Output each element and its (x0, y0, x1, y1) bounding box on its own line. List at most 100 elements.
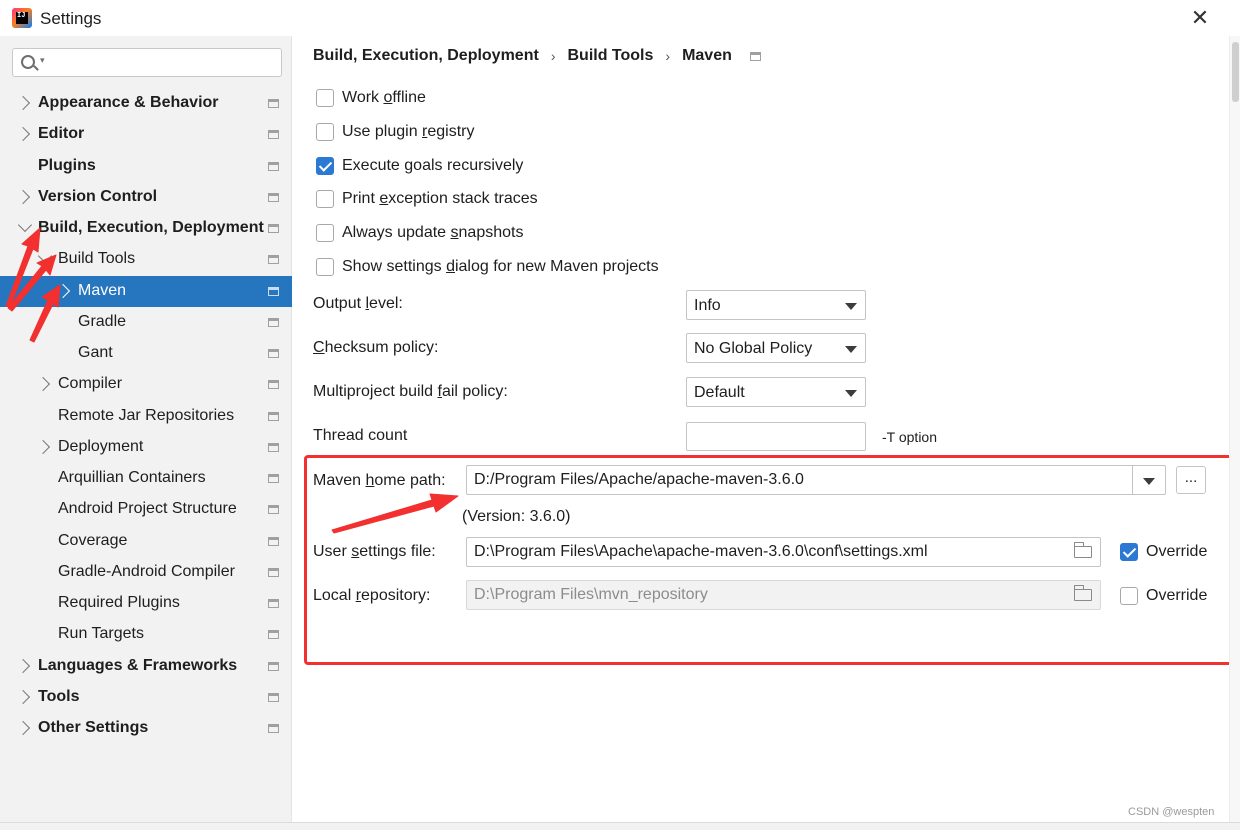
sidebar-item-label: Gant (78, 344, 113, 361)
project-settings-icon (268, 162, 279, 171)
sidebar-item-plugins[interactable]: Plugins (0, 151, 292, 182)
project-settings-icon (268, 193, 279, 202)
scrollbar-thumb[interactable] (1232, 42, 1239, 102)
project-settings-icon (268, 693, 279, 702)
execute-goals-checkbox[interactable] (316, 157, 334, 175)
always-update-option[interactable]: Always update snapshots (316, 221, 523, 245)
sidebar-item-label: Plugins (38, 157, 96, 174)
project-settings-icon (268, 474, 279, 483)
project-settings-icon (268, 349, 279, 358)
chevron-right-icon (15, 720, 31, 736)
watermark: CSDN @wespten (1128, 806, 1215, 818)
fail-policy-select[interactable]: Default (686, 377, 866, 407)
dropdown-arrow-icon (845, 390, 857, 397)
work-offline-checkbox[interactable] (316, 89, 334, 107)
sidebar-item-label: Arquillian Containers (58, 469, 206, 486)
sidebar-item-android-project-structure[interactable]: Android Project Structure (0, 494, 292, 525)
project-settings-icon (268, 380, 279, 389)
use-plugin-registry-option[interactable]: Use plugin registry (316, 120, 475, 144)
project-settings-icon (268, 630, 279, 639)
chevron-right-icon (15, 126, 31, 142)
sidebar-item-label: Compiler (58, 375, 123, 392)
sidebar-item-maven[interactable]: Maven (0, 276, 292, 307)
project-settings-icon (268, 662, 279, 671)
sidebar-item-label: Other Settings (38, 719, 149, 736)
project-settings-icon (268, 412, 279, 421)
chevron-right-icon (55, 283, 71, 299)
thread-count-input[interactable] (686, 422, 866, 451)
sidebar-item-other-settings[interactable]: Other Settings (0, 713, 292, 744)
project-settings-icon (268, 724, 279, 733)
sidebar-item-tools[interactable]: Tools (0, 682, 292, 713)
project-settings-icon (268, 443, 279, 452)
project-settings-icon (268, 599, 279, 608)
sidebar-item-compiler[interactable]: Compiler (0, 369, 292, 400)
breadcrumb-item: Maven (682, 47, 732, 64)
sidebar-item-editor[interactable]: Editor (0, 119, 292, 150)
project-settings-icon (749, 51, 761, 61)
vertical-scrollbar[interactable] (1229, 36, 1240, 822)
sidebar-item-version-control[interactable]: Version Control (0, 182, 292, 213)
checksum-policy-label: Checksum policy: (313, 339, 439, 356)
output-level-label: Output level: (313, 295, 403, 312)
thread-count-label: Thread count (313, 427, 408, 444)
execute-goals-option[interactable]: Execute goals recursively (316, 154, 523, 178)
project-settings-icon (268, 505, 279, 514)
sidebar-item-arquillian-containers[interactable]: Arquillian Containers (0, 463, 292, 494)
sidebar-item-label: Build Tools (58, 250, 136, 267)
sidebar-item-gradle-android-compiler[interactable]: Gradle-Android Compiler (0, 557, 292, 588)
output-level-select[interactable]: Info (686, 290, 866, 320)
chevron-down-icon (37, 248, 53, 264)
print-exception-checkbox[interactable] (316, 190, 334, 208)
sidebar-item-label: Editor (38, 125, 85, 142)
sidebar-item-gant[interactable]: Gant (0, 338, 292, 369)
fail-policy-label: Multiproject build fail policy: (313, 383, 508, 400)
checksum-policy-select[interactable]: No Global Policy (686, 333, 866, 363)
sidebar-item-required-plugins[interactable]: Required Plugins (0, 588, 292, 619)
sidebar-item-label: Gradle (78, 313, 127, 330)
annotation-highlight-box (304, 455, 1238, 665)
print-exception-option[interactable]: Print exception stack traces (316, 187, 538, 211)
title-bar: IJ Settings ✕ (0, 0, 1240, 36)
always-update-checkbox[interactable] (316, 224, 334, 242)
show-settings-dialog-option[interactable]: Show settings dialog for new Maven proje… (316, 255, 659, 279)
use-plugin-registry-checkbox[interactable] (316, 123, 334, 141)
work-offline-label: Work offline (342, 89, 426, 106)
breadcrumb-item: Build, Execution, Deployment (313, 47, 539, 64)
output-level-value: Info (694, 297, 721, 314)
thread-count-hint: -T option (882, 429, 937, 445)
always-update-label: Always update snapshots (342, 224, 524, 241)
sidebar-item-appearance-behavior[interactable]: Appearance & Behavior (0, 88, 292, 119)
chevron-down-icon: ▾ (40, 55, 45, 65)
sidebar-item-remote-jar-repositories[interactable]: Remote Jar Repositories (0, 401, 292, 432)
sidebar-item-label: Deployment (58, 438, 144, 455)
fail-policy-value: Default (694, 384, 745, 401)
work-offline-option[interactable]: Work offline (316, 86, 426, 110)
sidebar-item-gradle[interactable]: Gradle (0, 307, 292, 338)
window-title: Settings (40, 9, 102, 28)
sidebar-item-label: Version Control (38, 188, 158, 205)
search-input[interactable]: ▾ (12, 48, 282, 77)
sidebar-item-build-execution-deployment[interactable]: Build, Execution, Deployment (0, 213, 292, 244)
show-settings-dialog-checkbox[interactable] (316, 258, 334, 276)
project-settings-icon (268, 568, 279, 577)
chevron-right-icon (35, 376, 51, 392)
project-settings-icon (268, 537, 279, 546)
sidebar-item-run-targets[interactable]: Run Targets (0, 619, 292, 650)
close-icon[interactable]: ✕ (1186, 4, 1214, 32)
chevron-right-icon (15, 658, 31, 674)
breadcrumb-separator: › (550, 48, 556, 64)
bottom-bar (0, 822, 1240, 830)
use-plugin-registry-label: Use plugin registry (342, 123, 475, 140)
sidebar-item-build-tools[interactable]: Build Tools (0, 244, 292, 275)
sidebar-item-coverage[interactable]: Coverage (0, 526, 292, 557)
maven-settings-panel: Build, Execution, Deployment › Build Too… (293, 36, 1229, 822)
sidebar-item-label: Coverage (58, 532, 128, 549)
sidebar-item-deployment[interactable]: Deployment (0, 432, 292, 463)
sidebar-item-label: Languages & Frameworks (38, 657, 238, 674)
chevron-right-icon (15, 95, 31, 111)
sidebar-item-label: Tools (38, 688, 80, 705)
project-settings-icon (268, 130, 279, 139)
sidebar-item-languages-frameworks[interactable]: Languages & Frameworks (0, 651, 292, 682)
sidebar-item-label: Required Plugins (58, 594, 180, 611)
